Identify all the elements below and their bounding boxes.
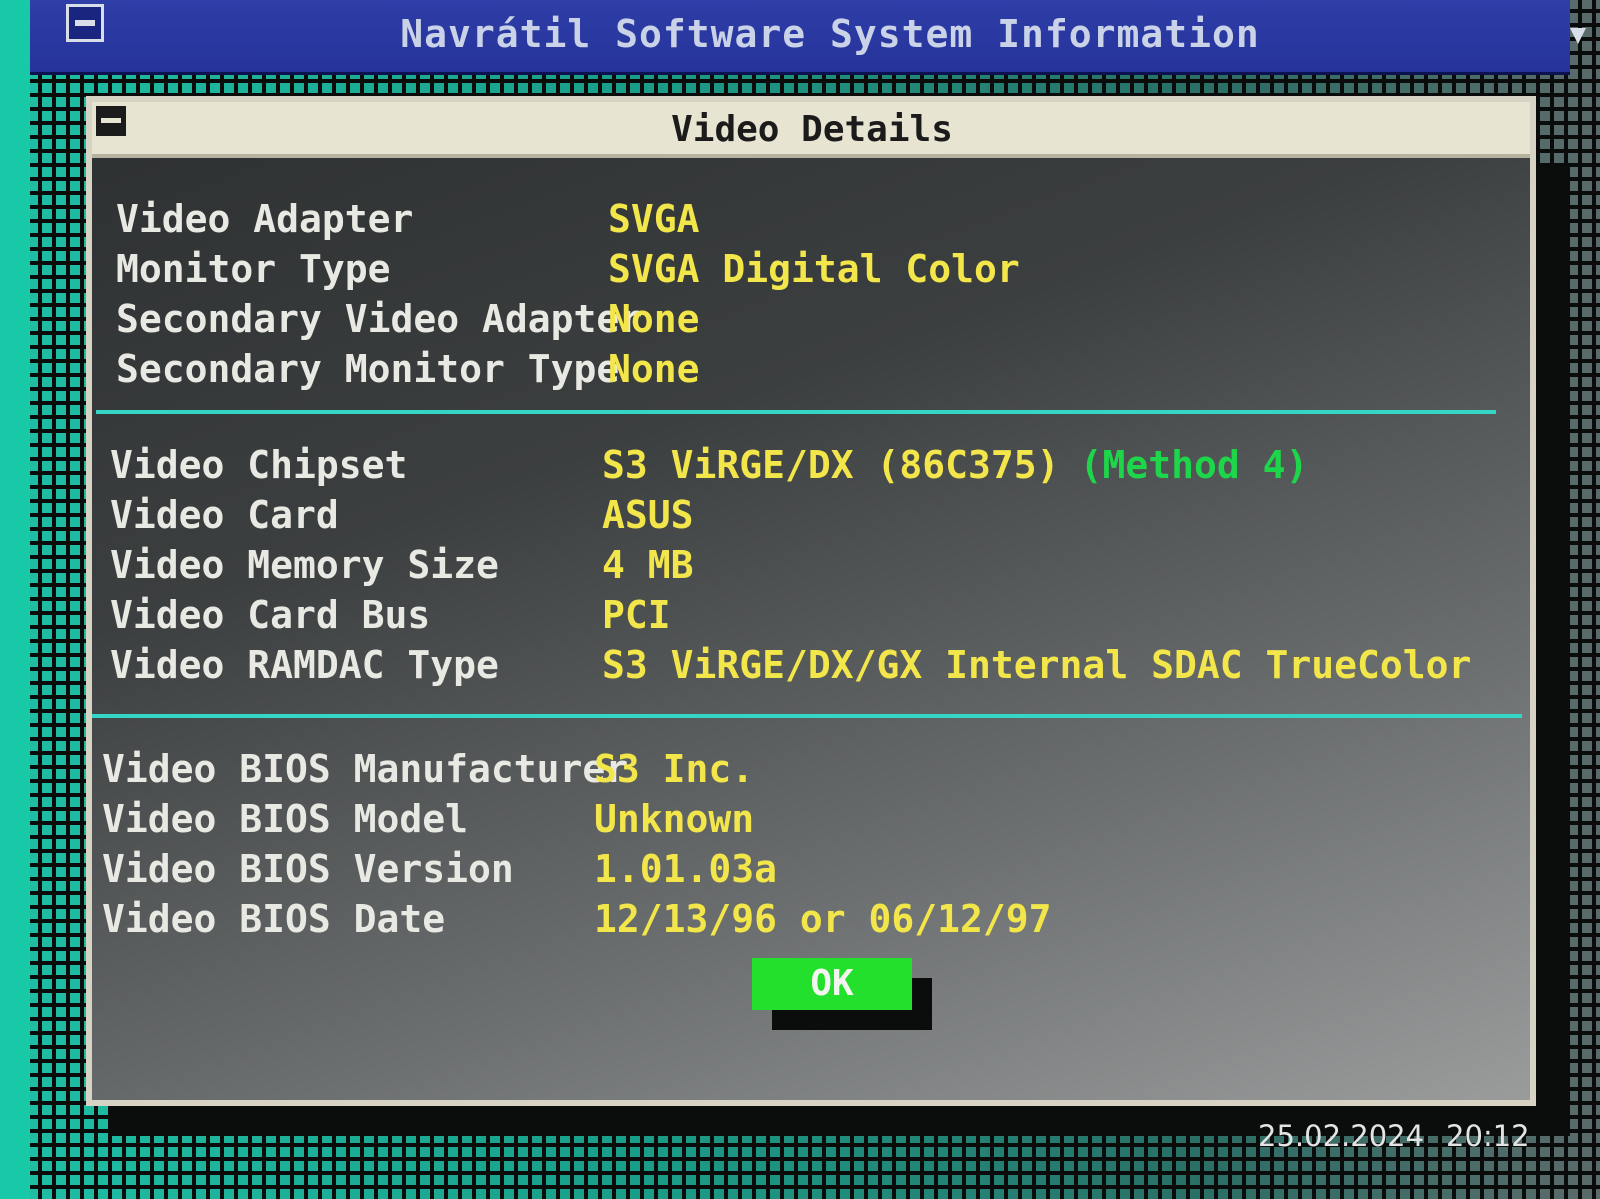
info-label: Video Adapter [116,197,414,241]
info-label: Video BIOS Model [102,797,469,841]
info-value: SVGA [608,197,700,241]
info-value: S3 ViRGE/DX (86C375) (Method 4) [602,440,1308,490]
info-label: Video Card Bus [110,593,431,637]
app-title: Navrátil Software System Information [400,12,1260,56]
info-value: PCI [602,593,671,637]
ok-button[interactable]: OK [752,958,912,1010]
info-label: Video Chipset [110,443,408,487]
info-label: Secondary Video Adapter [116,297,643,341]
info-value: None [608,347,700,391]
info-value: 12/13/96 or 06/12/97 [594,897,1052,941]
info-value: S3 ViRGE/DX/GX Internal SDAC TrueColor [602,643,1472,687]
dialog-shadow [1536,166,1570,1116]
dialog-title: Video Details [671,109,953,150]
info-row: Video BIOS Version 1.01.03a [102,844,1502,894]
info-row: Video Adapter SVGA [116,194,1516,244]
info-row: Monitor Type SVGA Digital Color [116,244,1516,294]
detection-method: (Method 4) [1079,443,1309,487]
info-value: ASUS [602,493,694,537]
control-menu-icon[interactable] [66,4,104,42]
info-value: S3 Inc. [594,747,755,791]
timestamp-date: 25.02.2024 [1258,1119,1425,1153]
section-divider [92,714,1522,718]
info-label: Video BIOS Version [102,847,514,891]
info-row: Video BIOS Manufacturer S3 Inc. [102,744,1502,794]
down-arrow-icon[interactable] [1570,28,1586,44]
video-details-dialog: Video Details Video Adapter SVGA Monitor… [86,96,1536,1106]
info-row: Video Memory Size 4 MB [110,540,1510,590]
info-value: SVGA Digital Color [608,247,1020,291]
info-label: Monitor Type [116,247,391,291]
chipset-value: S3 ViRGE/DX (86C375) [602,443,1060,487]
info-row: Video Card Bus PCI [110,590,1510,640]
info-row: Video Chipset S3 ViRGE/DX (86C375) (Metho… [110,440,1510,490]
info-row: Secondary Video Adapter None [116,294,1516,344]
info-row: Video BIOS Date 12/13/96 or 06/12/97 [102,894,1502,944]
app-title-bar: Navrátil Software System Information [30,0,1586,75]
photo-timestamp: 25.02.2024 20:12 [1258,1118,1558,1154]
adapter-section: Video Adapter SVGA Monitor Type SVGA Dig… [116,194,1516,394]
info-value: Unknown [594,797,755,841]
dialog-control-menu-icon[interactable] [96,106,126,136]
section-divider [96,410,1496,414]
bios-section: Video BIOS Manufacturer S3 Inc. Video BI… [102,744,1502,944]
info-value: 1.01.03a [594,847,778,891]
info-label: Video BIOS Manufacturer [102,747,629,791]
info-row: Video BIOS Model Unknown [102,794,1502,844]
desktop-edge [0,0,30,1199]
timestamp-time: 20:12 [1446,1119,1530,1153]
chipset-section: Video Chipset S3 ViRGE/DX (86C375) (Metho… [110,440,1510,690]
info-row: Video RAMDAC Type S3 ViRGE/DX/GX Interna… [110,640,1510,690]
info-label: Secondary Monitor Type [116,347,620,391]
info-row: Secondary Monitor Type None [116,344,1516,394]
info-row: Video Card ASUS [110,490,1510,540]
info-value: None [608,297,700,341]
dialog-title-bar: Video Details [92,102,1530,158]
info-value: 4 MB [602,543,694,587]
info-label: Video BIOS Date [102,897,446,941]
info-label: Video RAMDAC Type [110,643,499,687]
info-label: Video Card [110,493,339,537]
info-label: Video Memory Size [110,543,499,587]
